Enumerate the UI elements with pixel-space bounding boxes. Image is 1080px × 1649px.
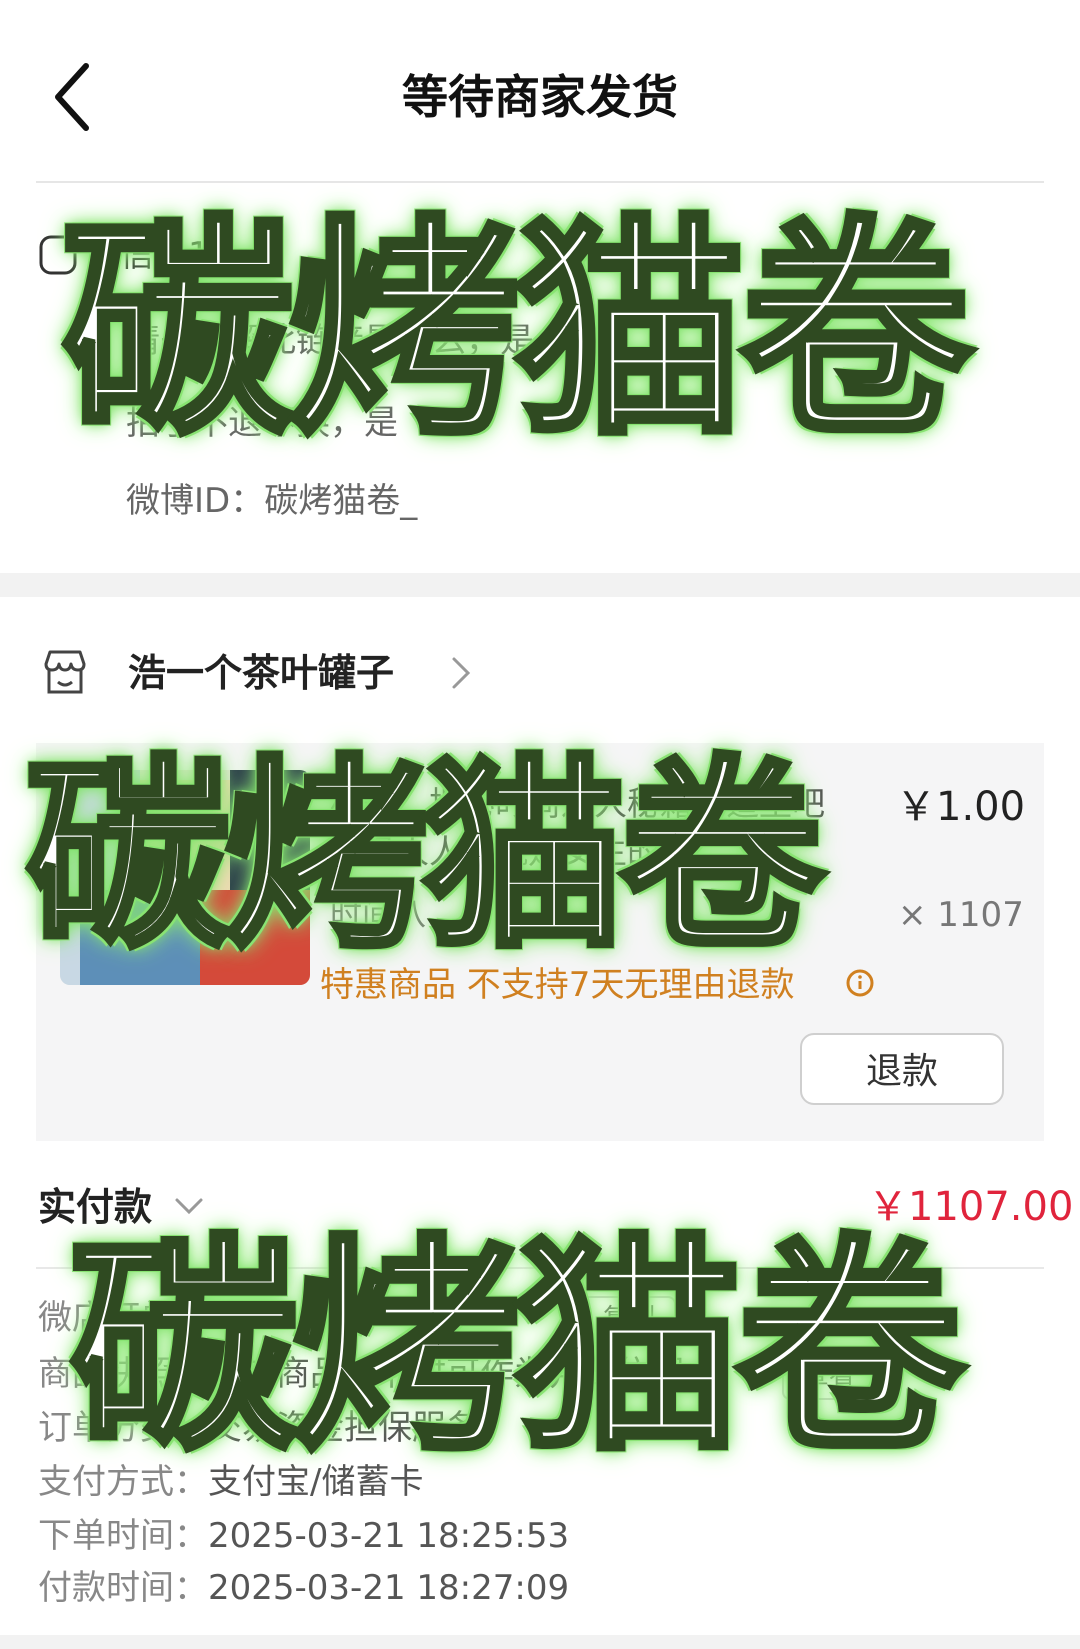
category-row: 订单分类：交易资金担保服务 [38,1404,480,1452]
product-thumbnail[interactable] [60,770,310,985]
pay-time-value: 2025-03-21 18:27:09 [208,1568,570,1608]
product-spec: 时间八、 [330,895,459,933]
totals-divider [36,1267,1044,1269]
view-snapshot-button[interactable]: 查看 [782,1352,876,1400]
chevron-down-icon[interactable] [174,1196,204,1216]
product-quantity: × 1107 [898,895,1024,935]
page-title: 等待商家发货 [402,70,678,124]
snapshot-row: 商品快照：核对商品细节时可作为判断依据 [38,1350,684,1398]
message-icon [39,235,77,275]
order-time-row: 下单时间：2025-03-21 18:25:53 [38,1512,569,1560]
category-label: 订单分类： [38,1408,208,1448]
order-number-value: 8 2 [242,1298,297,1338]
pay-method-row: 支付方式：支付宝/储蓄卡 [38,1458,423,1506]
paid-amount: ￥1107.00 [868,1184,1074,1230]
order-number-row: 微店订单号：8 2 [38,1294,296,1342]
pay-time-label: 付款时间： [38,1568,208,1608]
product-note: 特惠商品 不支持7天无理由退款 [320,965,795,1005]
message-title: 信息1 [120,235,210,275]
info-icon[interactable] [845,968,875,998]
pay-method-label: 支付方式： [38,1462,208,1502]
shop-icon [44,650,86,694]
message-line-3: 微博ID：碳烤猫卷_ [126,481,418,521]
copy-button[interactable]: 复制 [582,1296,676,1344]
pay-time-row: 付款时间：2025-03-21 18:27:09 [38,1564,569,1612]
product-title[interactable]: 标题：揭秘时尚达人秘籍一造型吧自己人人人就是女生的时… [330,780,850,876]
paid-label[interactable]: 实付款 [38,1180,152,1234]
snapshot-value: 核对商品细节时可作为判断依据 [208,1354,684,1394]
order-time-value: 2025-03-21 18:25:53 [208,1516,570,1556]
section-separator [0,573,1080,597]
bottom-separator [0,1635,1080,1649]
order-number-label: 微店订单号： [38,1298,242,1338]
shop-name[interactable]: 浩一个茶叶罐子 [128,648,394,698]
order-time-label: 下单时间： [38,1516,208,1556]
header-divider [36,181,1044,183]
message-line-2: 拍了不退不换，是 [126,403,398,443]
message-line-1: 请先了解此链接是什么，是 [126,321,534,361]
category-value: 交易资金担保服务 [208,1408,480,1448]
refund-button[interactable]: 退款 [800,1033,1004,1105]
chevron-right-icon[interactable] [450,655,472,691]
product-price: ￥1.00 [896,784,1026,830]
pay-method-value: 支付宝/储蓄卡 [208,1462,424,1502]
snapshot-label: 商品快照： [38,1354,208,1394]
